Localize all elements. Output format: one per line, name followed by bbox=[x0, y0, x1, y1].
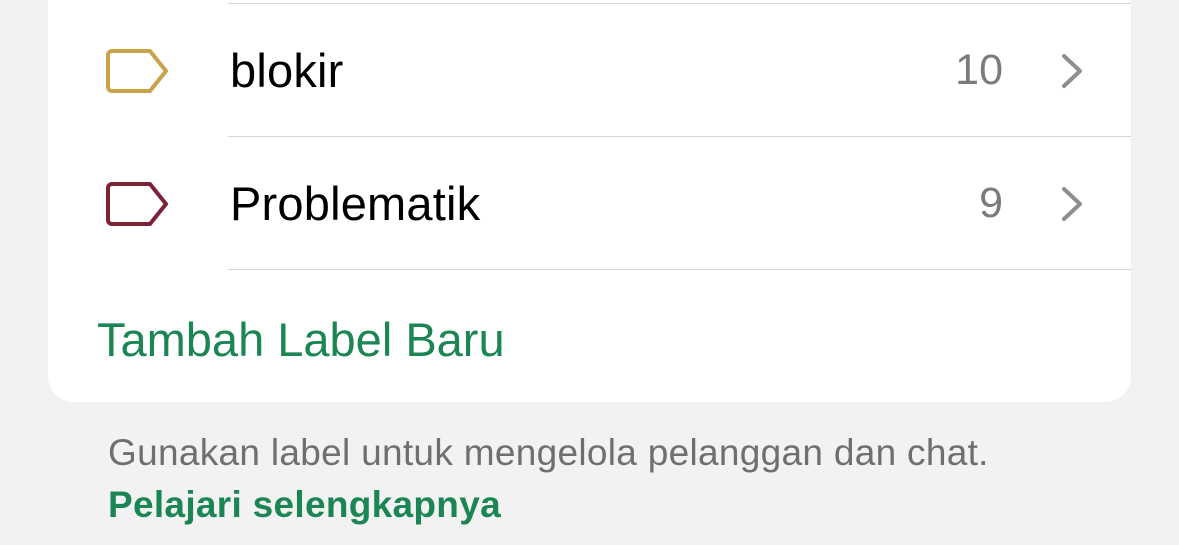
label-row-blokir[interactable]: blokir 10 bbox=[48, 4, 1131, 137]
label-count: 9 bbox=[979, 179, 1003, 227]
label-row-problematik[interactable]: Problematik 9 bbox=[48, 137, 1131, 270]
add-new-label-button[interactable]: Tambah Label Baru bbox=[97, 300, 505, 380]
chevron-right-icon bbox=[1062, 187, 1082, 221]
footer-description: Gunakan label untuk mengelola pelanggan … bbox=[108, 432, 989, 473]
label-count: 10 bbox=[955, 46, 1003, 94]
tag-outline-icon bbox=[106, 49, 168, 93]
learn-more-link[interactable]: Pelajari selengkapnya bbox=[108, 480, 501, 530]
label-name: Problematik bbox=[230, 177, 481, 230]
label-name: blokir bbox=[230, 44, 344, 97]
chevron-right-icon bbox=[1062, 54, 1082, 88]
tag-outline-icon bbox=[106, 182, 168, 226]
divider bbox=[228, 269, 1131, 270]
